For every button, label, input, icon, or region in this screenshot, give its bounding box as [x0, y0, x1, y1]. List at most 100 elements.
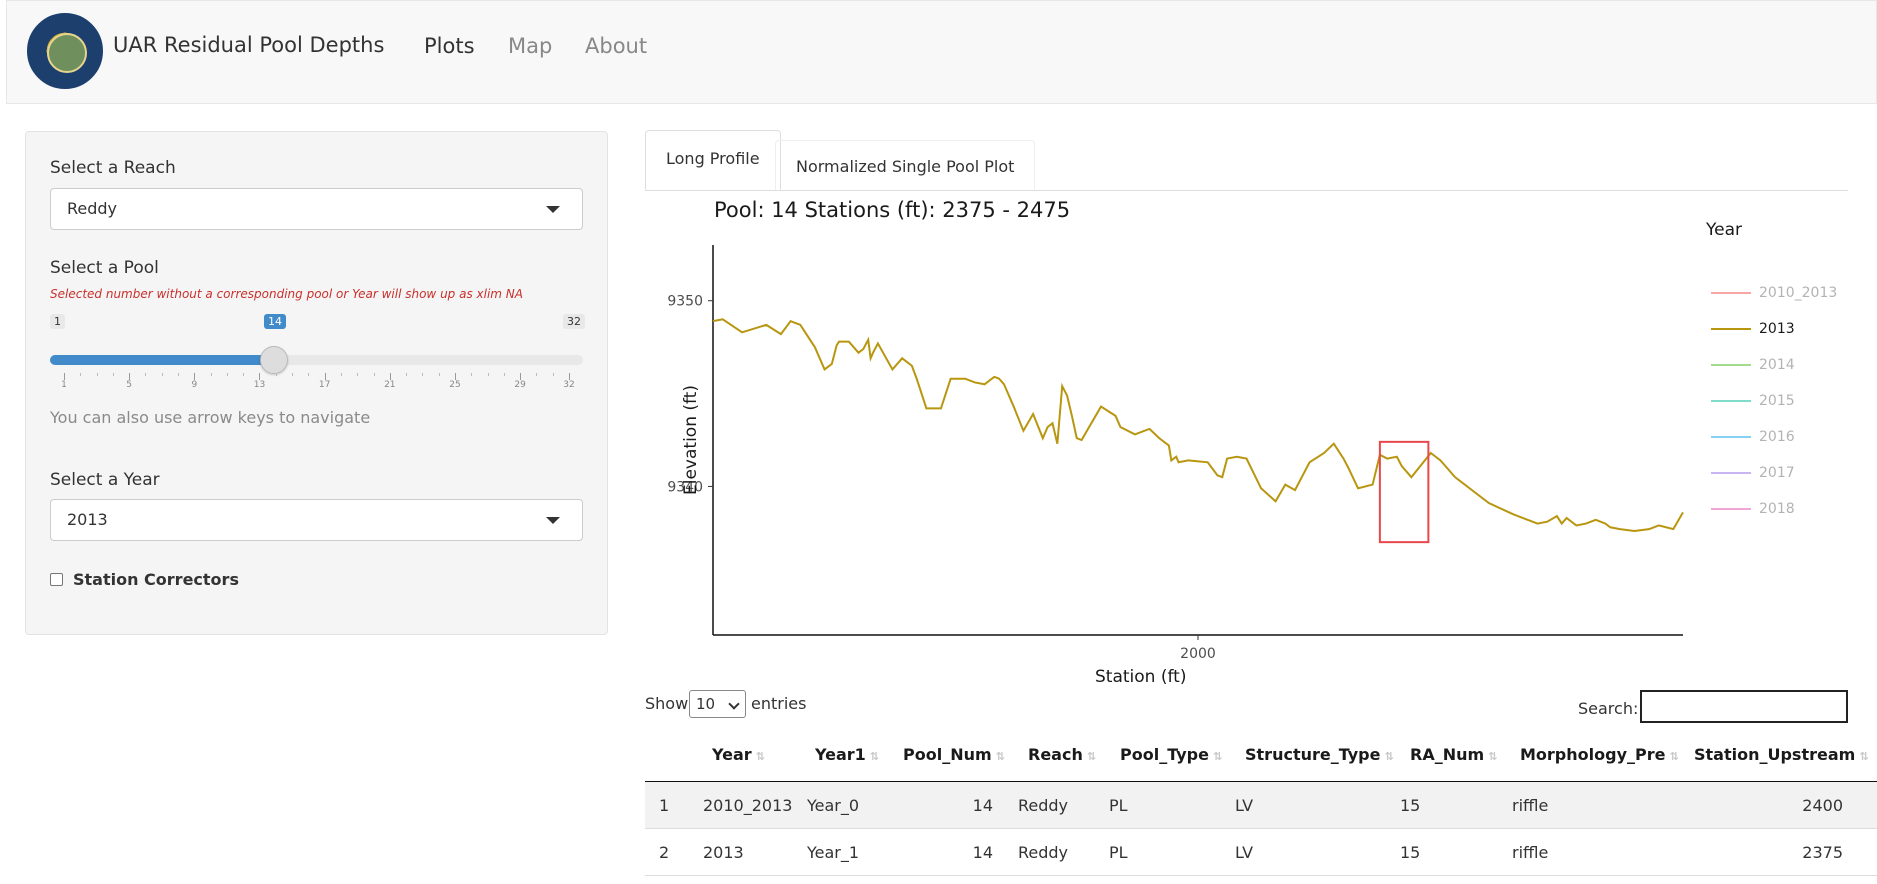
- legend-label: 2017: [1759, 465, 1795, 481]
- slider-tick: [64, 373, 65, 380]
- legend-label: 2018: [1759, 501, 1795, 517]
- column-header-morphology-pre[interactable]: Morphology_Pre ⇅: [1520, 745, 1679, 764]
- tab-long-profile[interactable]: Long Profile: [645, 130, 781, 190]
- tab-normalized-single-pool-plot[interactable]: Normalized Single Pool Plot: [775, 140, 1036, 190]
- slider-tick-label: 13: [253, 380, 266, 390]
- slider-tick-label: 9: [191, 380, 198, 390]
- slider-tick-label: 17: [318, 380, 331, 390]
- sort-icon[interactable]: ⇅: [1859, 750, 1868, 763]
- column-header-label: Pool_Num: [903, 745, 992, 764]
- slider-track[interactable]: [50, 355, 583, 365]
- slider-minor-tick: [422, 373, 424, 376]
- app-title[interactable]: UAR Residual Pool Depths: [113, 33, 384, 57]
- chevron-down-icon: [728, 698, 740, 710]
- sort-icon[interactable]: ⇅: [1488, 750, 1497, 763]
- slider-minor-tick: [112, 373, 114, 376]
- slider-minor-tick: [536, 373, 538, 376]
- legend-item: 2014: [1711, 357, 1795, 373]
- slider-tick-label: 21: [384, 380, 396, 390]
- slider-tick-label: 29: [514, 380, 526, 390]
- column-header-pool-type[interactable]: Pool_Type ⇅: [1120, 745, 1222, 764]
- sort-icon[interactable]: ⇅: [996, 750, 1005, 763]
- legend-swatch: [1711, 400, 1751, 402]
- column-header-year1[interactable]: Year1 ⇅: [815, 745, 879, 764]
- slider-minor-tick: [552, 373, 554, 376]
- colorado-parks-wildlife-logo[interactable]: [27, 13, 103, 89]
- table-cell: 14: [972, 796, 993, 815]
- entries-select-value: 10: [696, 695, 716, 713]
- sort-icon[interactable]: ⇅: [1384, 750, 1393, 763]
- table-cell: riffle: [1512, 796, 1549, 815]
- plot-tabs: Long Profile Normalized Single Pool Plot: [645, 130, 1848, 191]
- reach-label: Select a Reach: [50, 158, 176, 178]
- sidebar-panel: Select a Reach Reddy Select a Pool Selec…: [25, 131, 608, 635]
- slider-minor-tick: [275, 373, 277, 376]
- nav-link-map[interactable]: Map: [508, 34, 552, 58]
- column-header-reach[interactable]: Reach ⇅: [1028, 745, 1096, 764]
- slider-tick: [520, 373, 522, 380]
- table-cell: riffle: [1512, 843, 1549, 862]
- slider-minor-tick: [340, 373, 342, 376]
- legend-swatch: [1711, 436, 1751, 438]
- column-header-label: RA_Num: [1410, 745, 1485, 764]
- nav-link-plots[interactable]: Plots: [424, 34, 475, 58]
- column-header-label: Station_Upstream: [1694, 745, 1856, 764]
- nav-link-about[interactable]: About: [585, 34, 647, 58]
- station-correctors-label[interactable]: Station Correctors: [73, 570, 239, 589]
- entries-select[interactable]: 10: [689, 690, 746, 718]
- chart-svg: 934093502000: [667, 245, 1684, 662]
- table-cell: 2400: [1802, 796, 1843, 815]
- sort-icon[interactable]: ⇅: [1669, 750, 1678, 763]
- column-header-year[interactable]: Year ⇅: [712, 745, 765, 764]
- table-cell: LV: [1235, 796, 1254, 815]
- table-cell: 2: [659, 843, 670, 862]
- legend-swatch: [1711, 364, 1751, 366]
- show-label: Show: [645, 694, 689, 713]
- legend-item: 2017: [1711, 465, 1795, 481]
- pool-slider[interactable]: 1 14 32 1 5 9 13 17 21 25 29 32: [50, 312, 585, 392]
- pool-warning: Selected number without a corresponding …: [50, 287, 523, 301]
- slider-minor-tick: [357, 373, 359, 376]
- navbar: UAR Residual Pool Depths Plots Map About: [6, 0, 1877, 104]
- slider-minor-tick: [210, 373, 212, 376]
- column-header-pool-num[interactable]: Pool_Num ⇅: [903, 745, 1005, 764]
- year-label: Select a Year: [50, 470, 160, 490]
- table-cell: LV: [1235, 843, 1254, 862]
- chevron-down-icon: [546, 206, 560, 213]
- column-header-label: Year: [712, 745, 752, 764]
- station-correctors-row[interactable]: Station Correctors: [50, 570, 239, 589]
- column-header-ra-num[interactable]: RA_Num ⇅: [1410, 745, 1497, 764]
- year-select[interactable]: 2013: [50, 499, 583, 541]
- sort-icon[interactable]: ⇅: [1213, 750, 1222, 763]
- slider-value-badge: 14: [264, 314, 286, 329]
- slider-minor-tick: [406, 373, 408, 376]
- table-cell: PL: [1109, 843, 1128, 862]
- chevron-down-icon: [546, 517, 560, 524]
- legend-item: 2010_2013: [1711, 285, 1837, 301]
- slider-tick: [259, 373, 261, 380]
- x-tick-label: 2000: [1180, 646, 1216, 662]
- legend-item: 2015: [1711, 393, 1795, 409]
- slider-handle[interactable]: [260, 346, 288, 374]
- slider-fill: [50, 355, 275, 365]
- pool-highlight-box: [1378, 440, 1430, 544]
- table-row[interactable]: 2 2013 Year_1 14 Reddy PL LV 15 riffle 2375: [645, 829, 1877, 876]
- station-correctors-checkbox[interactable]: [50, 573, 63, 586]
- year-select-value: 2013: [67, 510, 108, 529]
- sort-icon[interactable]: ⇅: [870, 750, 879, 763]
- table-cell: Reddy: [1018, 843, 1069, 862]
- slider-minor-tick: [292, 373, 294, 376]
- sort-icon[interactable]: ⇅: [756, 750, 765, 763]
- slider-min-badge: 1: [50, 314, 65, 329]
- reach-select-value: Reddy: [67, 199, 118, 218]
- slider-minor-tick: [487, 373, 489, 376]
- slider-tick: [454, 373, 456, 380]
- reach-select[interactable]: Reddy: [50, 188, 583, 230]
- legend-swatch: [1711, 292, 1751, 294]
- search-input[interactable]: [1640, 690, 1848, 723]
- column-header-structure-type[interactable]: Structure_Type ⇅: [1245, 745, 1394, 764]
- slider-max-badge: 32: [563, 314, 585, 329]
- column-header-station-upstream[interactable]: Station_Upstream ⇅: [1694, 745, 1869, 764]
- table-row[interactable]: 1 2010_2013 Year_0 14 Reddy PL LV 15 riffle 2400: [645, 782, 1877, 829]
- sort-icon[interactable]: ⇅: [1087, 750, 1096, 763]
